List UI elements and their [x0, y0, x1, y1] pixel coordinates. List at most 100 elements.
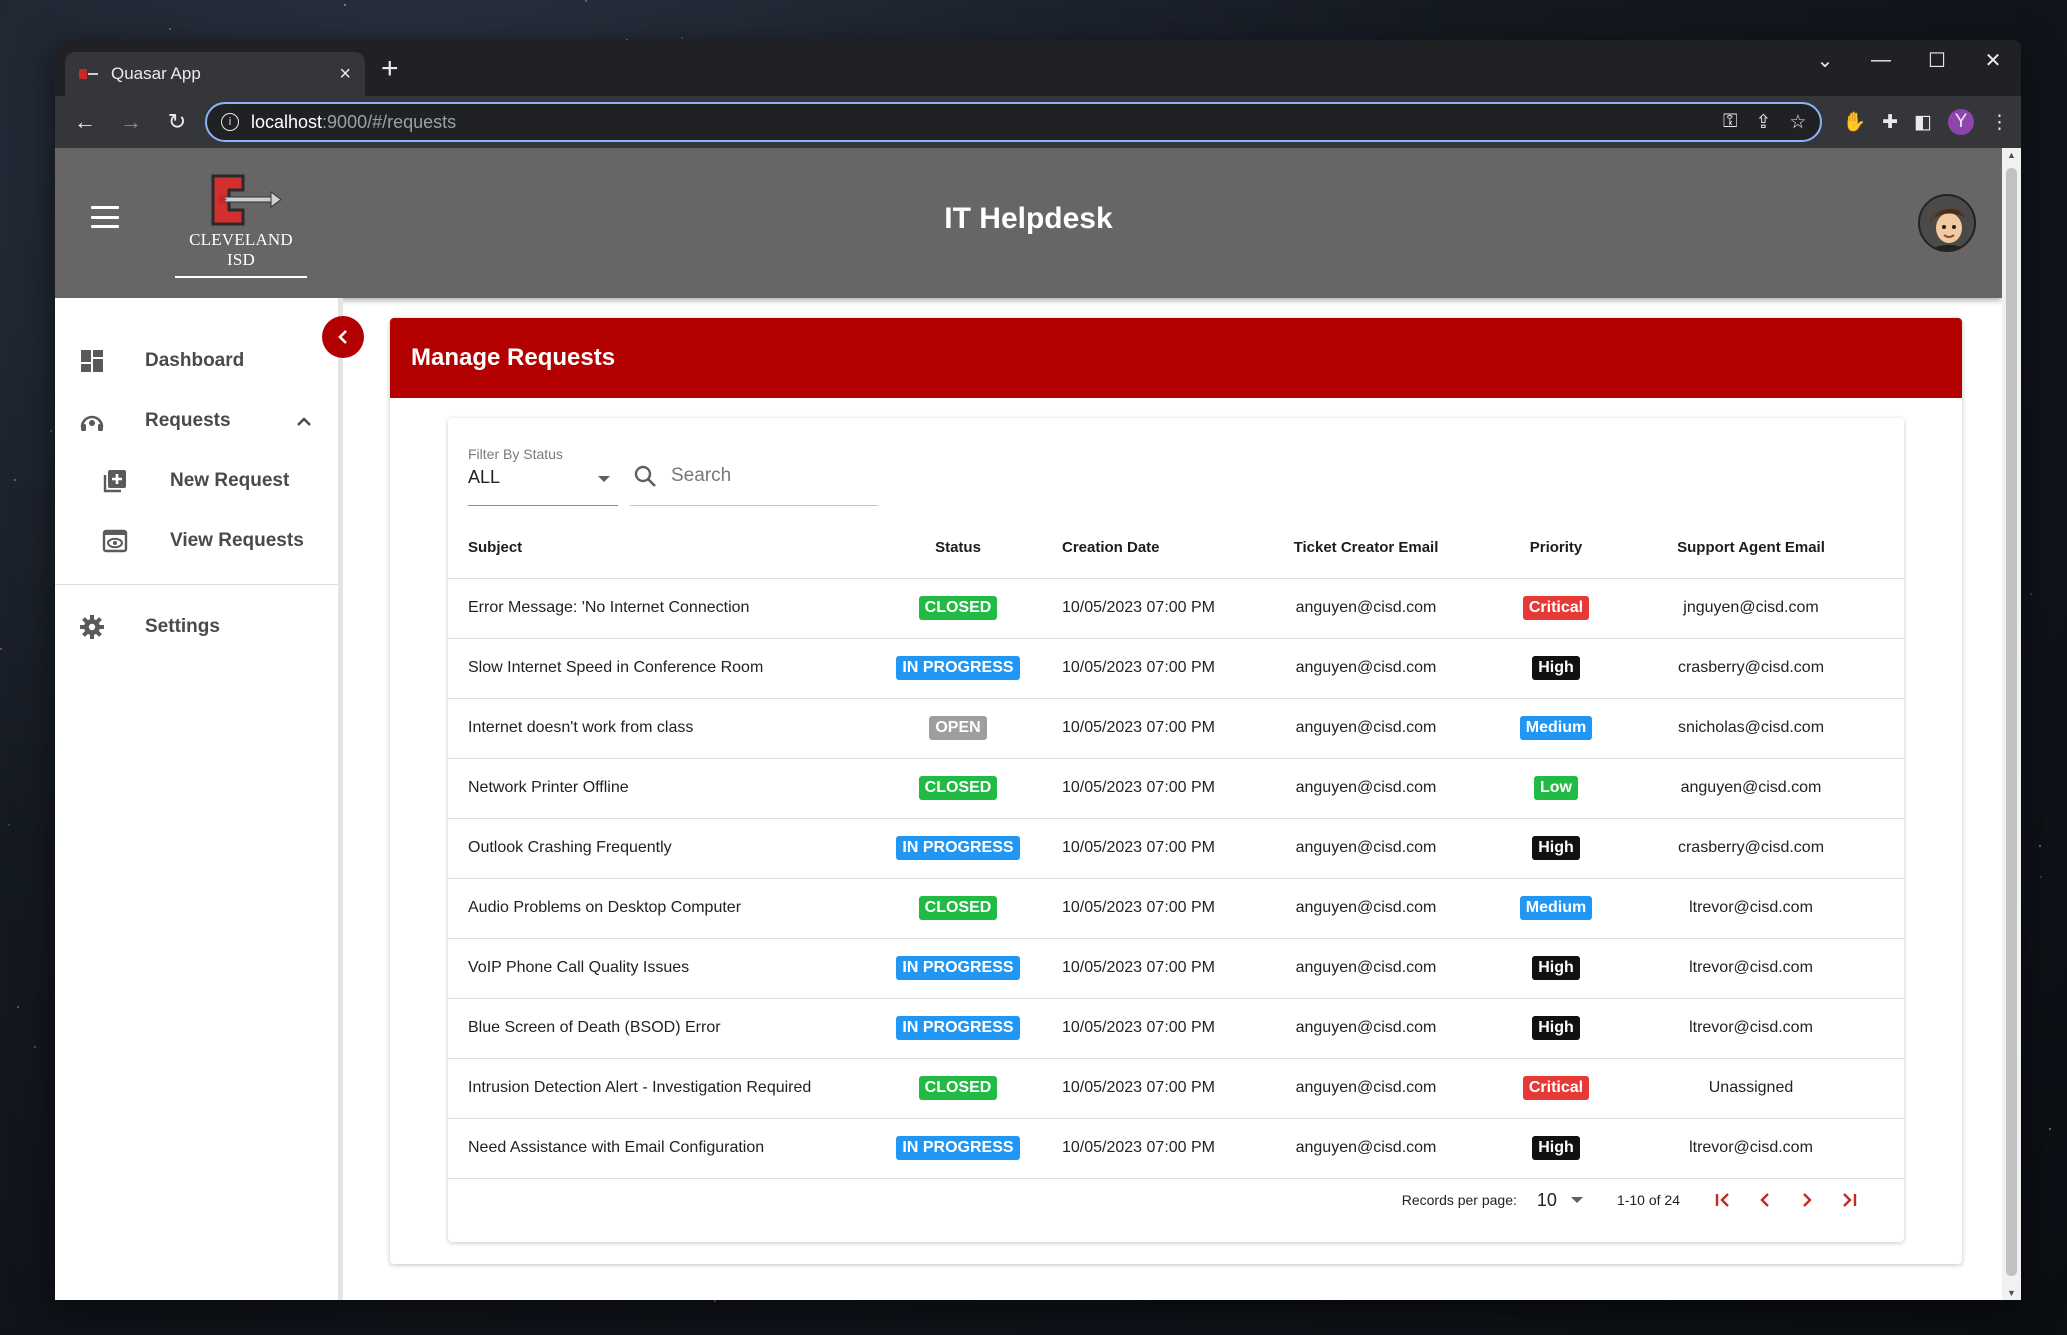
previous-page-button[interactable]	[1744, 1184, 1786, 1216]
cell-subject: Network Printer Offline	[448, 758, 896, 819]
browser-menu-icon[interactable]: ⋮	[1990, 111, 2009, 134]
tab-search-icon[interactable]: ⌄	[1797, 48, 1853, 73]
address-bar[interactable]: i localhost:9000/#/requests ⚿ ⇪ ☆	[205, 102, 1823, 142]
cell-agent-email: ltrevor@cisd.com	[1618, 998, 1904, 1059]
column-header-creator-email[interactable]: Ticket Creator Email	[1238, 518, 1494, 579]
column-header-subject[interactable]: Subject	[448, 518, 896, 579]
table-row[interactable]: Intrusion Detection Alert - Investigatio…	[448, 1058, 1904, 1119]
pagination-range: 1-10 of 24	[1616, 1192, 1680, 1208]
chevron-up-icon[interactable]	[291, 408, 317, 434]
search-input[interactable]	[671, 464, 851, 487]
back-icon[interactable]: ←	[67, 104, 103, 140]
site-info-icon[interactable]: i	[221, 113, 239, 131]
table-row[interactable]: Slow Internet Speed in Conference Room IN…	[448, 638, 1904, 699]
status-badge: IN PROGRESS	[896, 1016, 1020, 1040]
forward-icon[interactable]: →	[113, 104, 149, 140]
sidebar-item-label: Requests	[145, 410, 231, 431]
cell-creation-date: 10/05/2023 07:00 PM	[1020, 1058, 1238, 1119]
status-badge: CLOSED	[918, 596, 998, 620]
column-header-status[interactable]: Status	[896, 518, 1020, 579]
cell-status: OPEN	[896, 698, 1020, 759]
table-row[interactable]: Error Message: 'No Internet Connection CL…	[448, 578, 1904, 639]
scrollbar-thumb[interactable]	[2006, 168, 2017, 1276]
extension-hand-icon[interactable]: ✋	[1842, 110, 1866, 134]
cell-priority: Low	[1494, 758, 1618, 819]
cell-status: IN PROGRESS	[896, 638, 1020, 699]
cell-agent-email: crasberry@cisd.com	[1618, 818, 1904, 879]
last-page-button[interactable]	[1828, 1184, 1870, 1216]
minimize-icon[interactable]: —	[1853, 49, 1909, 72]
status-badge: IN PROGRESS	[896, 656, 1020, 680]
cell-creator-email: anguyen@cisd.com	[1238, 818, 1494, 879]
sidebar-item-settings[interactable]: Settings	[55, 599, 338, 655]
cell-priority: Medium	[1494, 878, 1618, 939]
manage-requests-card: Manage Requests Filter By Status ALL Sub…	[390, 318, 1962, 1264]
cell-agent-email: ltrevor@cisd.com	[1618, 1118, 1904, 1179]
bookmark-star-icon[interactable]: ☆	[1789, 111, 1806, 134]
url-text[interactable]: localhost:9000/#/requests	[251, 112, 1711, 133]
scroll-down-icon[interactable]: ▼	[2002, 1288, 2021, 1298]
tab-close-icon[interactable]: ×	[339, 64, 351, 84]
column-header-priority[interactable]: Priority	[1494, 518, 1618, 579]
requests-icon	[79, 408, 105, 434]
cell-status: CLOSED	[896, 578, 1020, 639]
reload-icon[interactable]: ↻	[159, 104, 195, 140]
priority-badge: Medium	[1519, 896, 1593, 920]
sidebar-divider	[55, 584, 338, 585]
table-row[interactable]: Outlook Crashing Frequently IN PROGRESS 10…	[448, 818, 1904, 879]
table-row[interactable]: Blue Screen of Death (BSOD) Error IN PROG…	[448, 998, 1904, 1059]
scroll-up-icon[interactable]: ▲	[2002, 150, 2021, 160]
cell-status: CLOSED	[896, 1058, 1020, 1119]
user-avatar[interactable]	[1918, 194, 1976, 252]
profile-avatar[interactable]: Y	[1948, 109, 1974, 135]
side-panel-icon[interactable]: ◧	[1914, 111, 1932, 134]
page-viewport: CLEVELAND ISD IT Helpdesk Dashboard Requ…	[55, 148, 2021, 1300]
first-page-icon	[1715, 1193, 1729, 1207]
sidebar-item-view-requests[interactable]: View Requests	[55, 513, 338, 569]
cell-agent-email: Unassigned	[1618, 1058, 1904, 1119]
column-header-agent-email[interactable]: Support Agent Email	[1618, 518, 1904, 579]
maximize-icon[interactable]: ☐	[1909, 48, 1965, 73]
sidebar-item-label: New Request	[170, 470, 290, 491]
tab-title: Quasar App	[111, 64, 201, 83]
cell-status: IN PROGRESS	[896, 998, 1020, 1059]
status-badge: IN PROGRESS	[896, 1136, 1020, 1160]
table-row[interactable]: VoIP Phone Call Quality Issues IN PROGRES…	[448, 938, 1904, 999]
priority-badge: High	[1532, 836, 1580, 860]
first-page-button[interactable]	[1702, 1184, 1744, 1216]
table-row[interactable]: Internet doesn't work from class OPEN 10/0…	[448, 698, 1904, 759]
add-box-icon	[102, 468, 128, 494]
gear-icon	[79, 614, 105, 640]
status-filter-select[interactable]: Filter By Status ALL	[468, 446, 618, 506]
table-row[interactable]: Audio Problems on Desktop Computer CLOSED…	[448, 878, 1904, 939]
next-page-button[interactable]	[1786, 1184, 1828, 1216]
cell-creation-date: 10/05/2023 07:00 PM	[1020, 698, 1238, 759]
sidebar-item-requests[interactable]: Requests	[55, 393, 338, 449]
cell-subject: Blue Screen of Death (BSOD) Error	[448, 998, 896, 1059]
cell-creation-date: 10/05/2023 07:00 PM	[1020, 998, 1238, 1059]
extensions-puzzle-icon[interactable]: ✚	[1882, 111, 1898, 134]
sidebar-item-dashboard[interactable]: Dashboard	[55, 333, 338, 389]
new-tab-icon[interactable]: +	[381, 54, 399, 84]
status-badge: IN PROGRESS	[896, 836, 1020, 860]
chevron-right-icon	[1803, 1193, 1812, 1207]
cell-status: CLOSED	[896, 878, 1020, 939]
sidebar-item-new-request[interactable]: New Request	[55, 453, 338, 509]
records-per-page-select[interactable]: 10	[1537, 1190, 1583, 1211]
cell-priority: Critical	[1494, 578, 1618, 639]
requests-table-card: Filter By Status ALL Subject Status Crea…	[448, 418, 1904, 1242]
column-header-creation-date[interactable]: Creation Date	[1020, 518, 1238, 579]
cell-priority: High	[1494, 818, 1618, 879]
share-icon[interactable]: ⇪	[1755, 111, 1771, 134]
page-scrollbar[interactable]: ▲ ▼	[2002, 148, 2021, 1300]
cell-subject: Intrusion Detection Alert - Investigatio…	[448, 1058, 896, 1119]
status-badge: CLOSED	[918, 896, 998, 920]
table-row[interactable]: Need Assistance with Email Configuration…	[448, 1118, 1904, 1179]
cell-agent-email: crasberry@cisd.com	[1618, 638, 1904, 699]
key-icon[interactable]: ⚿	[1723, 111, 1737, 134]
window-close-icon[interactable]: ✕	[1965, 48, 2021, 73]
search-field[interactable]	[630, 446, 878, 506]
table-row[interactable]: Network Printer Offline CLOSED 10/05/2023 …	[448, 758, 1904, 819]
collapse-sidebar-button[interactable]	[322, 316, 364, 358]
browser-tab[interactable]: Quasar App ×	[65, 52, 365, 96]
